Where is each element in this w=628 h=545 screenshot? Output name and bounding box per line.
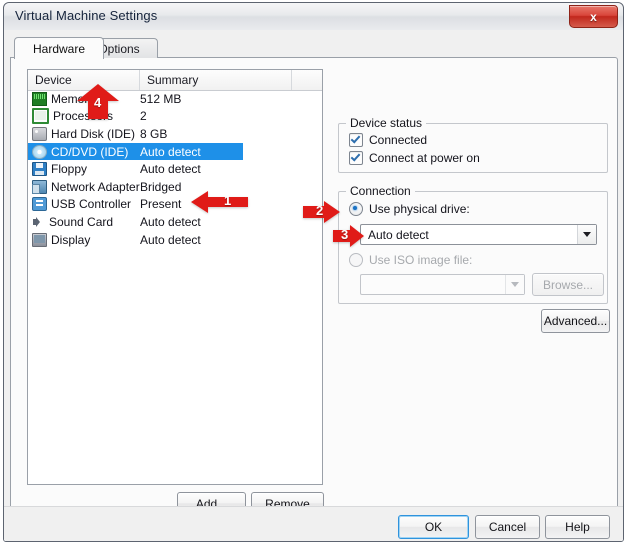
iso-path-combo[interactable] <box>360 274 525 295</box>
device-cell: Display <box>32 232 91 247</box>
device-cell: CD/DVD (IDE) <box>32 144 129 159</box>
summary-cell: 512 MB <box>140 91 182 106</box>
ok-button[interactable]: OK <box>398 515 469 539</box>
sound-card-icon <box>32 216 45 228</box>
device-status-group: Device status Connected Connect at power… <box>338 116 608 173</box>
dialog-footer: OK Cancel Help <box>4 506 623 541</box>
table-row[interactable]: Memory 512 MB <box>28 90 322 108</box>
virtual-machine-settings-window: Virtual Machine Settings x Hardware Opti… <box>3 2 624 542</box>
table-row[interactable]: Floppy Auto detect <box>28 160 322 178</box>
use-physical-drive-label: Use physical drive: <box>369 202 470 216</box>
physical-drive-value: Auto detect <box>368 227 429 242</box>
annotation-arrow-3: 3 <box>333 223 365 249</box>
table-row[interactable]: CD/DVD (IDE) Auto detect <box>28 142 243 161</box>
display-icon <box>32 232 47 247</box>
hard-disk-icon <box>32 126 47 141</box>
chevron-down-icon-iso[interactable] <box>505 275 524 294</box>
use-iso-image-radio-row[interactable]: Use ISO image file: <box>349 253 472 267</box>
device-name-label: Hard Disk (IDE) <box>51 126 136 141</box>
annotation-number-4: 4 <box>94 95 102 110</box>
memory-icon <box>32 91 47 106</box>
device-cell: Floppy <box>32 162 88 177</box>
processor-icon <box>32 108 49 125</box>
annotation-number-1: 1 <box>224 193 232 208</box>
table-row[interactable]: Sound Card Auto detect <box>28 213 322 231</box>
tab-hardware-label: Hardware <box>32 41 86 56</box>
window-title: Virtual Machine Settings <box>15 8 158 23</box>
device-list-header: Device Summary <box>28 70 322 91</box>
browse-button[interactable]: Browse... <box>532 273 604 296</box>
connection-title: Connection <box>346 184 415 198</box>
physical-drive-combo[interactable]: Auto detect <box>360 224 597 245</box>
annotation-arrow-1: 1 <box>191 189 249 215</box>
title-bar: Virtual Machine Settings x <box>4 3 623 31</box>
device-name-label: USB Controller <box>51 197 132 212</box>
annotation-arrow-4: 4 <box>76 84 120 120</box>
usb-controller-icon <box>32 197 47 212</box>
summary-cell: Auto detect <box>140 232 201 247</box>
annotation-number-2: 2 <box>316 203 324 218</box>
table-row[interactable]: USB Controller Present <box>28 196 322 214</box>
summary-cell: Auto detect <box>140 144 201 159</box>
use-physical-drive-radio[interactable] <box>349 202 363 216</box>
column-header-extra[interactable] <box>292 70 322 90</box>
summary-cell: Present <box>140 197 182 212</box>
annotation-arrow-2: 2 <box>303 199 341 225</box>
tab-hardware[interactable]: Hardware <box>14 37 104 59</box>
summary-cell: Auto detect <box>140 162 201 177</box>
hardware-tab-page: Device Summary Memory 512 MB Processors 2 Ha… <box>10 57 618 515</box>
device-list-rows: Memory 512 MB Processors 2 Hard Disk (IDE) 8 … <box>28 90 322 248</box>
connected-checkbox[interactable] <box>349 133 363 147</box>
window-client-area: Hardware Options Device Summary Memory 51… <box>4 30 623 541</box>
table-row[interactable]: Processors 2 <box>28 108 322 126</box>
connected-checkbox-row[interactable]: Connected <box>349 133 427 147</box>
chevron-down-icon[interactable] <box>577 225 596 244</box>
cd-dvd-icon <box>32 144 47 159</box>
use-physical-drive-radio-row[interactable]: Use physical drive: <box>349 202 470 216</box>
close-icon[interactable]: x <box>569 5 618 28</box>
device-cell: Hard Disk (IDE) <box>32 126 136 141</box>
table-row[interactable]: Network Adapter Bridged <box>28 178 322 196</box>
device-cell: Network Adapter <box>32 179 140 194</box>
device-name-label: Sound Card <box>49 214 114 229</box>
help-button[interactable]: Help <box>545 515 610 539</box>
floppy-icon <box>32 162 47 177</box>
device-cell: USB Controller <box>32 197 132 212</box>
advanced-button[interactable]: Advanced... <box>541 309 610 333</box>
use-iso-image-radio[interactable] <box>349 253 363 267</box>
summary-cell: 8 GB <box>140 126 168 141</box>
device-list[interactable]: Device Summary Memory 512 MB Processors 2 Ha… <box>27 69 323 485</box>
desktop-background: Virtual Machine Settings x Hardware Opti… <box>0 0 628 545</box>
device-status-title: Device status <box>346 116 427 130</box>
device-name-label: CD/DVD (IDE) <box>51 144 129 159</box>
summary-cell: 2 <box>140 109 147 124</box>
device-name-label: Floppy <box>51 162 88 177</box>
summary-cell: Auto detect <box>140 214 201 229</box>
connect-at-power-on-checkbox-row[interactable]: Connect at power on <box>349 151 480 165</box>
use-iso-image-label: Use ISO image file: <box>369 253 473 267</box>
device-name-label: Display <box>51 232 91 247</box>
device-name-label: Network Adapter <box>51 179 140 194</box>
cancel-button[interactable]: Cancel <box>475 515 540 539</box>
table-row[interactable]: Hard Disk (IDE) 8 GB <box>28 125 322 143</box>
connect-at-power-on-label: Connect at power on <box>369 151 480 165</box>
connect-at-power-on-checkbox[interactable] <box>349 151 363 165</box>
summary-cell: Bridged <box>140 179 182 194</box>
device-cell: Sound Card <box>32 215 113 229</box>
connected-label: Connected <box>369 133 428 147</box>
table-row[interactable]: Display Auto detect <box>28 231 322 249</box>
annotation-number-3: 3 <box>341 227 349 242</box>
tab-options-label: Options <box>98 41 140 56</box>
network-adapter-icon <box>32 179 47 194</box>
column-header-summary[interactable]: Summary <box>140 70 292 90</box>
